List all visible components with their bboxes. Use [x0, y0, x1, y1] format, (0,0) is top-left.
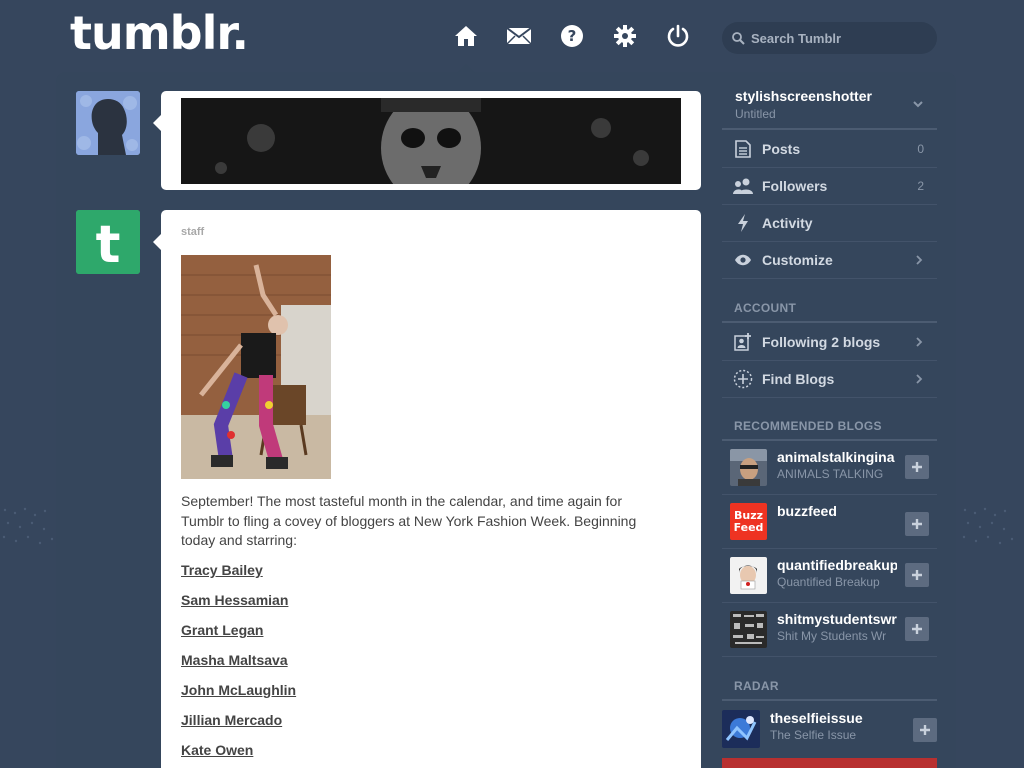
- post-link[interactable]: Grant Legan: [181, 622, 296, 641]
- blog-name: shitmystudentswr: [777, 611, 897, 627]
- sidebar-item-label: Activity: [762, 215, 813, 231]
- post-text-card: staff September! The most tasteful month…: [153, 210, 701, 768]
- posts-icon: [732, 140, 754, 158]
- search-icon: [732, 31, 745, 45]
- chevron-right-icon: [916, 255, 923, 265]
- recommended-blog[interactable]: Buzz Feed buzzfeed: [722, 495, 937, 549]
- post-link[interactable]: Sam Hessamian: [181, 592, 296, 611]
- svg-text:t: t: [96, 215, 121, 274]
- buzzfeed-logo-text: Buzz Feed: [733, 508, 764, 534]
- sidebar-item-following[interactable]: Following 2 blogs: [722, 324, 937, 361]
- blog-avatar[interactable]: [730, 557, 767, 594]
- section-heading-radar: RADAR: [722, 679, 937, 701]
- section-heading-recommended: RECOMMENDED BLOGS: [722, 419, 937, 441]
- blog-name: animalstalkingina: [777, 449, 895, 465]
- sidebar-item-customize[interactable]: Customize: [722, 242, 937, 279]
- sidebar-item-count: 0: [917, 142, 924, 156]
- follow-button[interactable]: [905, 563, 929, 587]
- post-link[interactable]: Tracy Bailey: [181, 562, 296, 581]
- followers-icon: [732, 178, 754, 194]
- svg-text:?: ?: [568, 27, 577, 45]
- post-link-list: Tracy Bailey Sam Hessamian Grant Legan M…: [181, 562, 296, 768]
- top-bar: tumblr. ?: [0, 0, 1024, 72]
- blog-avatar[interactable]: [730, 449, 767, 486]
- sidebar-item-label: Customize: [762, 252, 833, 268]
- logout-icon[interactable]: [664, 22, 692, 50]
- blog-selector[interactable]: stylishscreenshotter Untitled: [722, 86, 937, 130]
- blog-title: Quantified Breakup: [777, 575, 880, 589]
- blog-avatar[interactable]: [722, 710, 760, 748]
- follow-button[interactable]: [905, 455, 929, 479]
- buzzfeed-logo[interactable]: Buzz Feed: [730, 503, 767, 540]
- section-heading-account: ACCOUNT: [722, 301, 937, 323]
- plus-icon: [912, 570, 922, 580]
- post-link[interactable]: John McLaughlin: [181, 682, 296, 701]
- chevron-right-icon: [916, 337, 923, 347]
- sidebar-item-find-blogs[interactable]: Find Blogs: [722, 361, 937, 398]
- sidebar-item-activity[interactable]: Activity: [722, 205, 937, 242]
- sidebar-item-label: Find Blogs: [762, 371, 835, 387]
- blog-name: theselfieissue: [770, 710, 863, 726]
- search-box[interactable]: [722, 22, 937, 54]
- settings-icon[interactable]: [611, 22, 639, 50]
- help-icon[interactable]: ?: [558, 22, 586, 50]
- post-link[interactable]: Kate Owen: [181, 742, 296, 761]
- background-pattern: [962, 507, 1014, 545]
- user-avatar[interactable]: [76, 91, 140, 155]
- plus-icon: [912, 519, 922, 529]
- post-body-text: September! The most tasteful month in th…: [181, 493, 637, 548]
- plus-icon: [912, 624, 922, 634]
- activity-icon: [732, 214, 754, 232]
- blog-title: Untitled: [735, 107, 776, 121]
- blog-title: Shit My Students Wr: [777, 629, 887, 643]
- post-photo-card: [153, 91, 701, 190]
- recommended-blog[interactable]: animalstalkingina ANIMALS TALKING: [722, 441, 937, 495]
- blog-name: stylishscreenshotter: [735, 88, 872, 104]
- plus-icon: [912, 462, 922, 472]
- following-icon: [732, 333, 754, 351]
- follow-button[interactable]: [905, 512, 929, 536]
- background-pattern: [2, 507, 54, 545]
- radar-post-preview[interactable]: [722, 758, 937, 768]
- search-input[interactable]: [751, 30, 921, 46]
- post-photo[interactable]: [181, 255, 331, 479]
- follow-button[interactable]: [913, 718, 937, 742]
- sidebar-item-followers[interactable]: Followers 2: [722, 168, 937, 205]
- plus-icon: [920, 725, 930, 735]
- sidebar-item-count: 2: [917, 179, 924, 193]
- tumblr-logo[interactable]: tumblr.: [70, 6, 249, 60]
- active-nav-caret: [457, 64, 475, 73]
- eye-icon: [732, 254, 754, 266]
- recommended-blog[interactable]: quantifiedbreakup Quantified Breakup: [722, 549, 937, 603]
- staff-avatar[interactable]: t: [76, 210, 140, 274]
- chevron-down-icon: [913, 101, 923, 108]
- sidebar-item-posts[interactable]: Posts 0: [722, 131, 937, 168]
- chevron-right-icon: [916, 374, 923, 384]
- mail-icon[interactable]: [505, 22, 533, 50]
- post-author[interactable]: staff: [181, 226, 204, 238]
- blog-name: quantifiedbreakup: [777, 557, 897, 573]
- recommended-blog[interactable]: shitmystudentswr Shit My Students Wr: [722, 603, 937, 657]
- sidebar-item-label: Followers: [762, 178, 828, 194]
- post-link[interactable]: Masha Maltsava: [181, 652, 296, 671]
- post-link[interactable]: Jillian Mercado: [181, 712, 296, 731]
- blog-title: ANIMALS TALKING: [777, 467, 884, 481]
- post-banner-image[interactable]: [181, 98, 681, 184]
- find-blogs-icon: [732, 369, 754, 389]
- sidebar-item-label: Following 2 blogs: [762, 334, 881, 350]
- home-icon[interactable]: [452, 22, 480, 50]
- follow-button[interactable]: [905, 617, 929, 641]
- sidebar-item-label: Posts: [762, 141, 801, 157]
- blog-title: The Selfie Issue: [770, 728, 857, 742]
- blog-name: buzzfeed: [777, 503, 837, 519]
- radar-blog[interactable]: theselfieissue The Selfie Issue: [722, 702, 937, 756]
- blog-avatar[interactable]: [730, 611, 767, 648]
